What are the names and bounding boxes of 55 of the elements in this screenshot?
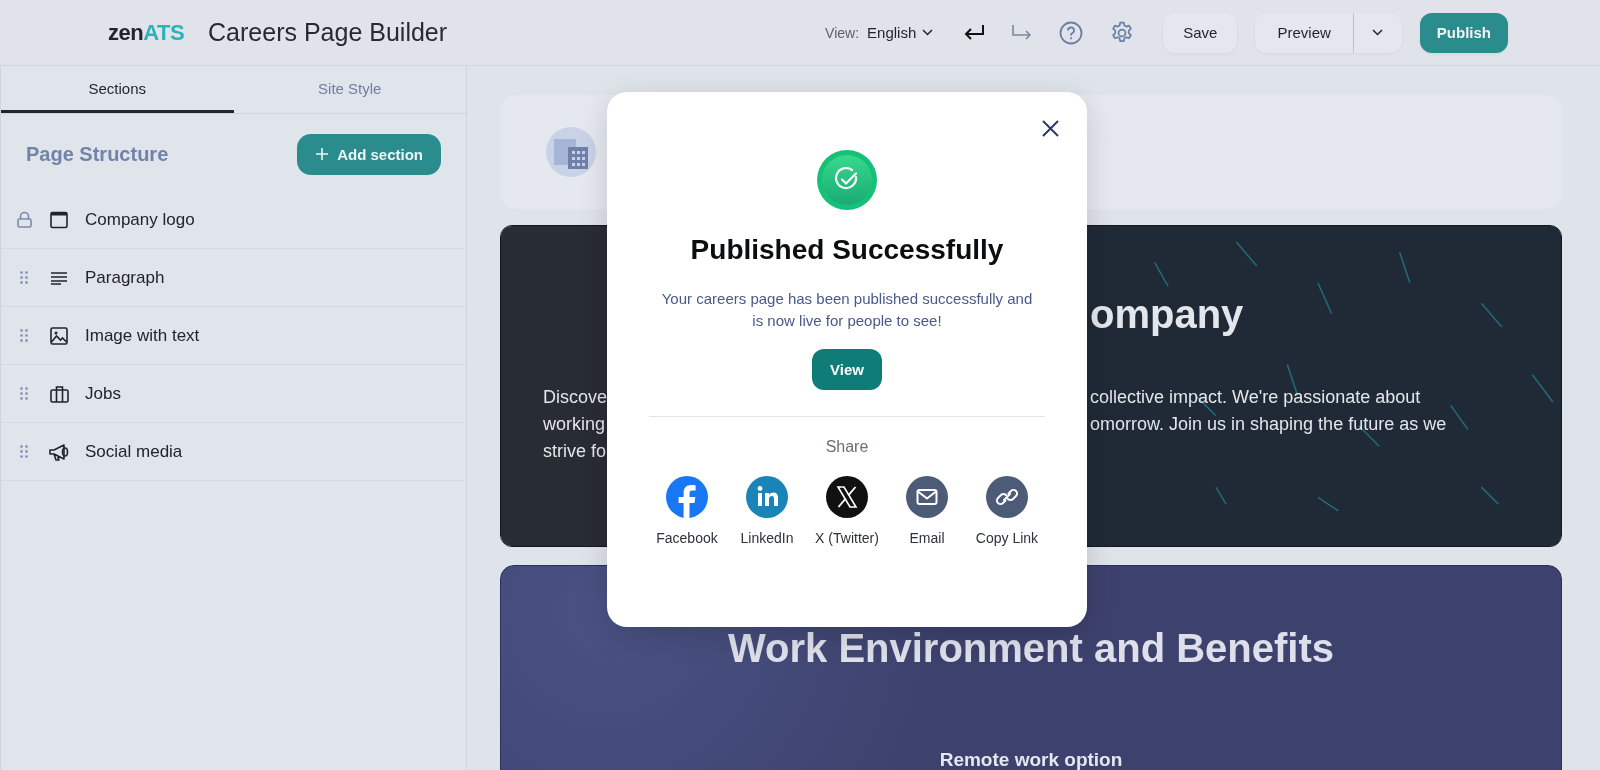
section-item[interactable]: Paragraph <box>85 267 165 288</box>
view-label: View: <box>825 24 860 41</box>
hero-title: ompany <box>1090 291 1245 338</box>
dialog-title: Published Successfully <box>690 234 1004 266</box>
logo-text: ATS <box>143 19 185 46</box>
hero-text: Discove <box>543 386 607 409</box>
linkedin-icon[interactable] <box>746 476 788 518</box>
x-logo-icon[interactable] <box>826 476 868 518</box>
hero-text: omorrow. Join us in shaping the future as we <box>1090 413 1448 436</box>
share-option-label: Email <box>909 530 945 546</box>
logo-text: zen <box>108 19 144 46</box>
benefit-item: Remote work option <box>939 749 1123 770</box>
benefits-title: Work Environment and Benefits <box>728 626 1334 671</box>
section-item[interactable]: Company logo <box>85 209 195 230</box>
preview-button[interactable]: Preview <box>1255 12 1354 53</box>
add-section-button[interactable]: Add section <box>297 133 441 175</box>
caret-icon <box>922 29 934 36</box>
plus-icon <box>315 147 330 161</box>
view-button[interactable]: View <box>812 349 882 390</box>
section-item[interactable]: Social media <box>85 441 183 462</box>
link-icon[interactable] <box>986 476 1028 518</box>
hero-text: strive fo <box>543 440 607 463</box>
share-option-label: Copy Link <box>975 530 1039 546</box>
drag-handle-icon[interactable] <box>20 445 28 458</box>
section-item[interactable]: Jobs <box>85 383 121 404</box>
close-icon[interactable] <box>1042 120 1059 137</box>
section-heading: Page Structure <box>26 142 169 166</box>
app-title: Careers Page Builder <box>208 18 448 47</box>
briefcase-icon <box>49 384 69 403</box>
text-lines-icon <box>50 270 68 285</box>
language-dropdown[interactable]: English <box>867 24 934 41</box>
drag-handle-icon[interactable] <box>20 387 28 400</box>
redo-icon[interactable] <box>1011 23 1034 42</box>
share-option-label: LinkedIn <box>740 530 794 546</box>
hero-text: collective impact. We're passionate about <box>1090 386 1422 409</box>
publish-button[interactable]: Publish <box>1419 12 1508 53</box>
share-option-label: Facebook <box>656 530 718 546</box>
drag-handle-icon[interactable] <box>20 329 28 342</box>
undo-icon[interactable] <box>963 23 986 42</box>
hero-text: working <box>543 413 607 436</box>
envelope-icon[interactable] <box>906 476 948 518</box>
megaphone-icon <box>49 442 69 461</box>
save-button[interactable]: Save <box>1163 12 1238 53</box>
section-item[interactable]: Image with text <box>85 325 200 346</box>
success-check-icon <box>817 150 877 210</box>
facebook-icon[interactable] <box>666 476 708 518</box>
building-icon <box>546 127 596 177</box>
image-icon <box>50 326 68 345</box>
help-icon[interactable] <box>1059 20 1084 45</box>
sidebar-tab[interactable]: Sections <box>1 66 234 113</box>
share-label: Share <box>825 438 869 456</box>
browser-window-icon <box>50 210 68 229</box>
dialog-message: Your careers page has been published successfully and is now live for people to see! <box>660 289 1034 331</box>
drag-handle-icon[interactable] <box>20 271 28 284</box>
share-option-label: X (Twitter) <box>815 530 879 546</box>
